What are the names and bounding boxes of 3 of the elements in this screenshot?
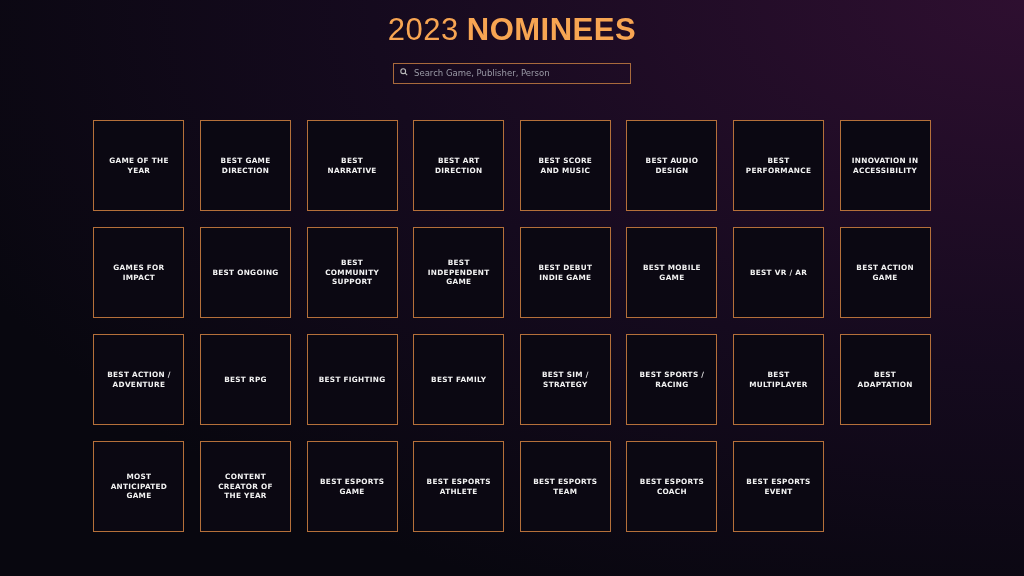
search-field[interactable]: Search Game, Publisher, Person — [393, 62, 631, 84]
page-title: 2023 NOMINEES — [387, 12, 637, 48]
search-icon — [400, 67, 408, 76]
